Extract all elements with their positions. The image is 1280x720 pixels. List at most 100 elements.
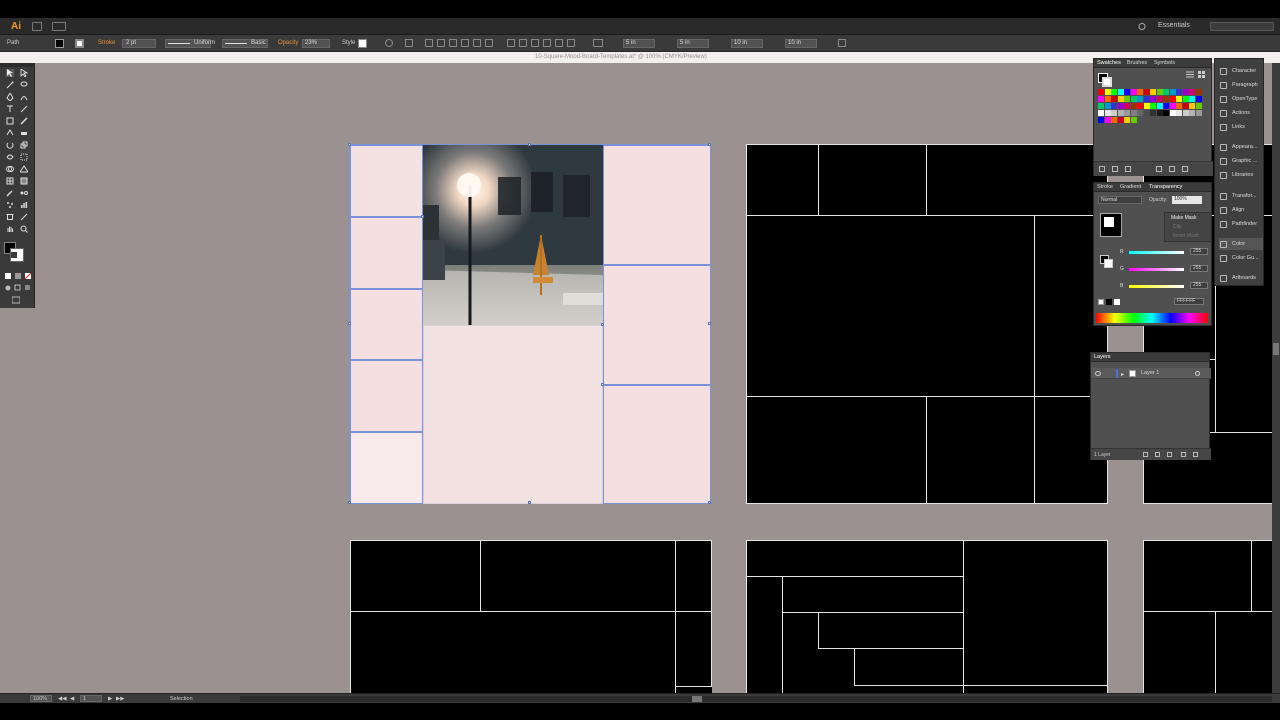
fill-color-swatch[interactable] [55, 39, 64, 48]
isolate-icon[interactable] [405, 39, 413, 47]
canvas[interactable] [0, 63, 1280, 693]
clipping-mask-icon[interactable] [1155, 452, 1160, 457]
dock-character[interactable]: Character [1219, 65, 1263, 77]
opacity-field-panel[interactable]: 100% [1172, 196, 1202, 204]
dock-graphic-styles[interactable]: Graphic ... [1219, 155, 1263, 167]
hand-tool-icon[interactable] [6, 225, 14, 233]
color-swatch[interactable] [1130, 96, 1137, 102]
slice-tool-icon[interactable] [20, 213, 28, 221]
color-swatch[interactable] [1150, 110, 1156, 116]
color-swatch[interactable] [1111, 96, 1117, 102]
color-swatch[interactable] [1117, 110, 1124, 116]
color-swatch[interactable] [1130, 117, 1137, 123]
color-swatch[interactable] [1182, 89, 1189, 95]
dock-artboards[interactable]: Artboards [1219, 272, 1263, 284]
color-swatch[interactable] [1124, 110, 1130, 116]
next-artboard-button[interactable]: ▶ [108, 696, 112, 702]
color-swatch[interactable] [1117, 103, 1124, 109]
toolbar-grip[interactable] [0, 63, 35, 67]
color-swatch[interactable] [1182, 103, 1189, 109]
anchor-point[interactable] [348, 501, 351, 504]
g-slider[interactable] [1129, 268, 1184, 271]
align-right-icon[interactable] [449, 39, 457, 47]
rectangle-tool-icon[interactable] [6, 117, 14, 125]
anchor-point[interactable] [601, 323, 604, 326]
align-top-icon[interactable] [461, 39, 469, 47]
arrange-documents-button[interactable] [52, 22, 66, 31]
b-slider[interactable] [1129, 285, 1184, 288]
color-swatch[interactable] [1195, 96, 1202, 102]
zoom-tool-icon[interactable] [20, 225, 28, 233]
invert-mask-checkbox[interactable]: Invert Mask [1173, 233, 1199, 239]
vertical-scroll-thumb[interactable] [1273, 343, 1279, 355]
color-swatch[interactable] [1137, 96, 1143, 102]
color-swatch[interactable] [1111, 103, 1117, 109]
transform-reference-icon[interactable] [593, 39, 603, 47]
color-swatch[interactable] [1137, 103, 1143, 109]
anchor-point[interactable] [708, 322, 711, 325]
hex-field[interactable]: FFFFFF [1174, 298, 1204, 305]
swatch-options-icon[interactable] [1125, 166, 1131, 172]
placeholder-cell[interactable] [603, 145, 711, 265]
color-swatch[interactable] [1098, 103, 1104, 109]
color-swatch[interactable] [1098, 96, 1104, 102]
distribute-top-icon[interactable] [507, 39, 515, 47]
previous-artboard-button[interactable]: ◀ [70, 696, 74, 702]
pen-tool-icon[interactable] [6, 93, 14, 101]
artboard-active[interactable] [348, 143, 711, 504]
layer-row[interactable]: ▸ Layer 1 [1091, 368, 1211, 379]
delete-swatch-icon[interactable] [1182, 166, 1188, 172]
align-bottom-icon[interactable] [485, 39, 493, 47]
delete-layer-icon[interactable] [1193, 452, 1198, 457]
sync-icon[interactable] [1137, 22, 1147, 31]
draw-behind-icon[interactable] [14, 284, 22, 292]
horizontal-scroll-thumb[interactable] [692, 696, 702, 702]
color-mode-icon[interactable] [4, 272, 12, 280]
tab-transparency[interactable]: Transparency [1149, 184, 1182, 190]
placed-photo[interactable] [423, 145, 603, 325]
color-swatch[interactable] [1143, 103, 1150, 109]
color-swatch[interactable] [1104, 117, 1111, 123]
color-swatch[interactable] [1189, 103, 1195, 109]
tab-symbols[interactable]: Symbols [1154, 60, 1175, 66]
color-swatch[interactable] [1169, 96, 1176, 102]
stroke-label[interactable]: Stroke [98, 40, 115, 46]
color-swatch[interactable] [1104, 103, 1111, 109]
show-kinds-icon[interactable] [1112, 166, 1118, 172]
b-field[interactable]: 255 [1190, 282, 1208, 289]
blend-tool-icon[interactable] [20, 189, 28, 197]
placeholder-cell[interactable] [350, 289, 423, 360]
distribute-middle-icon[interactable] [519, 39, 527, 47]
color-swatch[interactable] [1182, 110, 1189, 116]
tab-swatches[interactable]: Swatches [1097, 60, 1121, 66]
column-graph-tool-icon[interactable] [20, 201, 28, 209]
color-swatch[interactable] [1150, 103, 1156, 109]
artboard-template-5[interactable] [746, 540, 1108, 693]
anchor-point[interactable] [528, 501, 531, 504]
perspective-grid-tool-icon[interactable] [20, 165, 28, 173]
color-stroke-icon[interactable] [1104, 259, 1113, 268]
tab-gradient[interactable]: Gradient [1120, 184, 1141, 190]
color-swatch[interactable] [1163, 103, 1169, 109]
dock-pathfinder[interactable]: Pathfinder [1219, 218, 1263, 230]
new-sublayer-icon[interactable] [1167, 452, 1172, 457]
color-swatch[interactable] [1111, 117, 1117, 123]
dock-libraries[interactable]: Libraries [1219, 169, 1263, 181]
color-swatch[interactable] [1169, 110, 1176, 116]
color-swatch[interactable] [1163, 110, 1169, 116]
color-swatch[interactable] [1156, 96, 1163, 102]
color-swatch[interactable] [1156, 110, 1163, 116]
color-swatch[interactable] [1163, 89, 1169, 95]
mask-thumbnail[interactable] [1100, 213, 1122, 237]
color-swatch[interactable] [1098, 110, 1104, 116]
mesh-tool-icon[interactable] [6, 177, 14, 185]
stroke-color-swatch[interactable] [75, 39, 84, 48]
gradient-tool-icon[interactable] [20, 177, 28, 185]
anchor-point[interactable] [708, 143, 711, 146]
color-swatch[interactable] [1189, 96, 1195, 102]
color-swatch[interactable] [1130, 103, 1137, 109]
free-transform-tool-icon[interactable] [20, 153, 28, 161]
distribute-center-icon[interactable] [555, 39, 563, 47]
opacity-field[interactable]: 23% [302, 39, 330, 48]
stroke-weight-field[interactable]: 2 pt [122, 39, 156, 48]
